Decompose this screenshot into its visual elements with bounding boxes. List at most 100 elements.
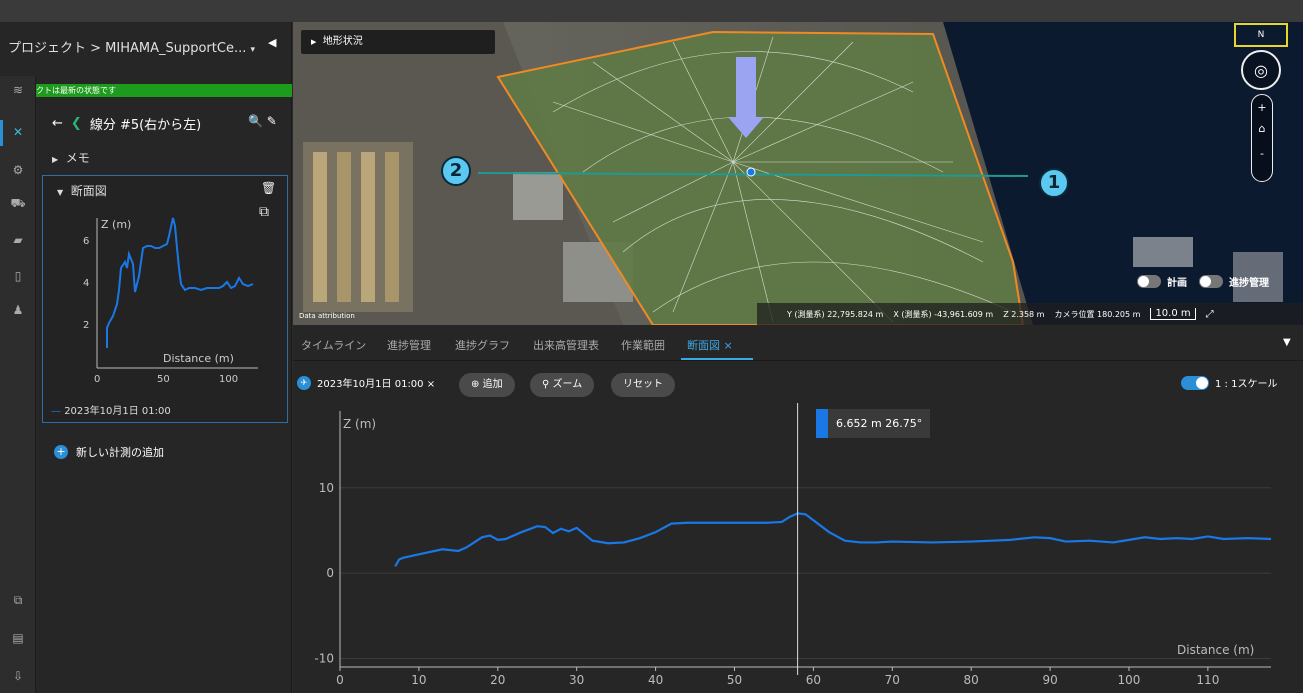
x-tick-label: 60: [806, 673, 821, 687]
layers-icon[interactable]: ≋: [8, 80, 28, 100]
x-tick-label: 0: [336, 673, 344, 687]
segment-title: 線分 #5(右から左): [89, 118, 202, 133]
export-icon[interactable]: ⧉: [8, 590, 28, 610]
zoom-button-label: ズーム: [552, 379, 583, 390]
x-tick-label: 30: [569, 673, 584, 687]
home-icon[interactable]: ⌂: [1252, 122, 1272, 135]
mobile-icon[interactable]: ▯: [8, 266, 28, 286]
coordinate-bar: Y (測量系) 22,795.824 m X (測量系) -43,961.609…: [757, 303, 1303, 325]
segment-header: ← ❮ 線分 #5(右から左): [52, 114, 201, 133]
gear-icon[interactable]: ⚙: [8, 160, 28, 180]
zoom-out-button[interactable]: -: [1252, 147, 1272, 160]
folder-icon[interactable]: ▰: [8, 230, 28, 250]
mini-xtick: 50: [157, 374, 170, 385]
tab-quantity-table[interactable]: 出来高管理表: [533, 337, 599, 353]
x-tick-label: 50: [727, 673, 742, 687]
active-tab-underline: [681, 358, 753, 360]
arrow-left-icon[interactable]: ←: [52, 116, 63, 131]
segment-tools: 🔍 ✎: [248, 114, 277, 128]
data-attribution-link[interactable]: Data attribution: [299, 312, 355, 320]
terrain-label: 地形状況: [322, 36, 363, 47]
add-button[interactable]: ⊕ 追加: [459, 373, 515, 397]
scale-toggle-label: 1 : 1スケール: [1215, 379, 1278, 390]
x-tick-label: 80: [964, 673, 979, 687]
x-tick-label: 100: [1118, 673, 1141, 687]
date-chip[interactable]: ✈ 2023年10月1日 01:00 ×: [297, 375, 435, 390]
group-icon[interactable]: ♟: [8, 300, 28, 320]
mini-legend-label: 2023年10月1日 01:00: [64, 406, 171, 417]
section-card: ▼ 断面図 🗑 ⧉ Z (m) Distance (m) 6 4 2 0 50 …: [42, 175, 288, 423]
mini-xtick: 0: [94, 374, 100, 385]
project-breadcrumb[interactable]: プロジェクト > MIHAMA_SupportCe... ▾: [8, 37, 255, 56]
mini-xtick: 100: [219, 374, 238, 385]
mini-ylabel: Z (m): [101, 218, 131, 231]
x-tick-label: 90: [1042, 673, 1057, 687]
y-tick-label: 10: [319, 481, 334, 495]
scale-toggle[interactable]: 1 : 1スケール: [1181, 375, 1277, 390]
mini-ytick: 2: [83, 320, 89, 331]
map-scale: 10.0 m: [1150, 308, 1196, 320]
tab-progress-graph[interactable]: 進捗グラフ: [455, 337, 510, 353]
x-tick-label: 70: [885, 673, 900, 687]
segment-line-icon: ❮: [70, 116, 82, 131]
mini-legend: — 2023年10月1日 01:00: [51, 406, 171, 417]
north-indicator[interactable]: N: [1234, 23, 1288, 47]
y-tick-label: -10: [314, 651, 334, 665]
section-card-title[interactable]: ▼ 断面図: [57, 182, 107, 199]
rail-selection-indicator: [0, 120, 3, 146]
plus-icon: +: [54, 445, 68, 459]
mini-section-chart: Z (m) Distance (m) 6 4 2 0 50 100: [83, 217, 258, 385]
coord-z: Z 2.358 m: [1003, 309, 1045, 319]
tab-work-area[interactable]: 作業範囲: [621, 337, 665, 353]
collapse-left-icon[interactable]: ◀: [268, 36, 276, 49]
search-icon: ⚲: [542, 379, 550, 390]
collapse-panel-icon[interactable]: ▼: [1283, 337, 1291, 348]
reset-button[interactable]: リセット: [611, 373, 675, 397]
section-chart[interactable]: -100100 10 20 30 40 50 60 70 80 90 100 110 Z (m) Di…: [293, 403, 1303, 693]
tab-timeline[interactable]: タイムライン: [301, 337, 366, 353]
mini-xlabel: Distance (m): [163, 352, 234, 365]
zoom-button[interactable]: ⚲ ズーム: [530, 373, 595, 397]
pdf-icon[interactable]: ▤: [8, 628, 28, 648]
endpoint-1-badge: 1: [1039, 168, 1069, 198]
section-chart-panel: ✈ 2023年10月1日 01:00 × ⊕ 追加 ⚲ ズーム リセット 1 :…: [293, 361, 1303, 693]
map-view[interactable]: ▶ 地形状況 2 1 N ◎ + ⌂ - 計画 進捗管理 Data attrib…: [293, 22, 1303, 325]
window-top-bar: [0, 0, 1303, 22]
compass-icon[interactable]: ◎: [1241, 50, 1281, 90]
pencil-icon[interactable]: ✎: [267, 114, 277, 128]
zoom-control: + ⌂ -: [1251, 94, 1273, 182]
download-file-icon[interactable]: ⇩: [8, 666, 28, 686]
project-status: プロジェクトは最新の状態です: [0, 84, 292, 97]
tab-bar: タイムライン 進捗管理 進捗グラフ 出来高管理表 作業範囲 断面図 × ▼: [293, 325, 1303, 361]
drone-icon: ✈: [297, 375, 311, 390]
camera-height: カメラ位置 180.205 m: [1054, 309, 1141, 319]
mini-section-line: [106, 217, 254, 348]
add-measurement-button[interactable]: + 新しい計測の追加: [54, 444, 164, 460]
zoom-in-button[interactable]: +: [1252, 101, 1272, 114]
add-button-label: 追加: [482, 379, 503, 390]
tooltip-value: 6.652 m 26.75°: [836, 417, 923, 430]
terrain-panel-toggle[interactable]: ▶ 地形状況: [301, 30, 495, 54]
search-icon[interactable]: 🔍: [248, 114, 263, 128]
mini-ytick: 6: [83, 236, 89, 247]
vehicle-icon[interactable]: ⛟: [8, 194, 28, 214]
tab-section[interactable]: 断面図 ×: [687, 337, 733, 353]
plan-toggle[interactable]: [1137, 275, 1161, 288]
x-tick-label: 20: [490, 673, 505, 687]
x-tick-label: 40: [648, 673, 663, 687]
chart-ylabel: Z (m): [343, 417, 376, 431]
memo-section[interactable]: ▶ メモ: [52, 149, 90, 166]
x-tick-label: 110: [1196, 673, 1219, 687]
progress-toggle[interactable]: [1199, 275, 1223, 288]
caret-down-icon[interactable]: ▾: [251, 45, 256, 55]
coord-y: Y (測量系) 22,795.824 m: [787, 309, 884, 319]
measure-tools-icon[interactable]: ✕: [8, 122, 28, 142]
plus-circle-icon: ⊕: [471, 379, 480, 390]
project-breadcrumb-label: プロジェクト > MIHAMA_SupportCe...: [8, 41, 247, 56]
trash-icon[interactable]: 🗑: [261, 181, 276, 195]
fullscreen-icon[interactable]: ⤢: [1206, 309, 1214, 320]
tab-progress-management[interactable]: 進捗管理: [387, 337, 431, 353]
progress-toggle-label: 進捗管理: [1229, 278, 1269, 289]
left-panel: プロジェクト > MIHAMA_SupportCe... ▾ ◀ プロジェクトは…: [0, 22, 292, 693]
scale-toggle-switch[interactable]: [1181, 375, 1209, 390]
